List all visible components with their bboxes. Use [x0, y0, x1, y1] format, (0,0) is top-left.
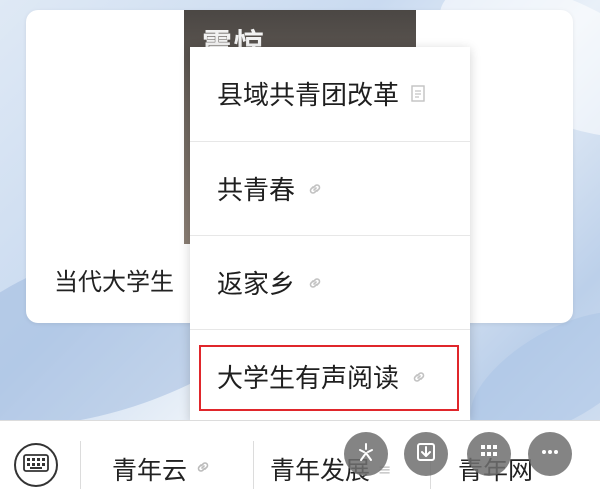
menu-item-label: 县域共青团改革: [217, 81, 400, 111]
link-icon: [307, 275, 323, 291]
menu-item-label: 返家乡: [217, 270, 296, 300]
grid-button[interactable]: [467, 432, 511, 476]
submenu-popup: 县域共青团改革 共青春 返家乡 大学生有声阅读: [190, 47, 470, 420]
highlight-box: [199, 345, 459, 411]
link-icon: [195, 459, 211, 479]
more-icon: [539, 441, 561, 467]
article-title: 当代大学生: [54, 268, 174, 296]
link-icon: [307, 181, 323, 197]
menu-item-label: 共青春: [217, 176, 296, 206]
sparkle-icon: [355, 441, 377, 467]
more-button[interactable]: [528, 432, 572, 476]
tab-separator: [253, 441, 254, 489]
grid-icon: [478, 441, 500, 467]
keyboard-toggle-button[interactable]: [14, 443, 58, 487]
keyboard-icon: [23, 454, 49, 476]
menu-item-gongqingchun[interactable]: 共青春: [190, 142, 470, 235]
document-icon: [411, 85, 425, 102]
tab-qingnianyun[interactable]: 青年云: [112, 451, 211, 487]
tab-separator: [80, 441, 81, 489]
menu-item-county-league-reform[interactable]: 县域共青团改革: [190, 47, 470, 140]
menu-item-fanjiaxiang[interactable]: 返家乡: [190, 236, 470, 329]
download-icon: [415, 441, 437, 467]
sparkle-button[interactable]: [344, 432, 388, 476]
download-button[interactable]: [404, 432, 448, 476]
tab-label: 青年云: [112, 456, 188, 485]
